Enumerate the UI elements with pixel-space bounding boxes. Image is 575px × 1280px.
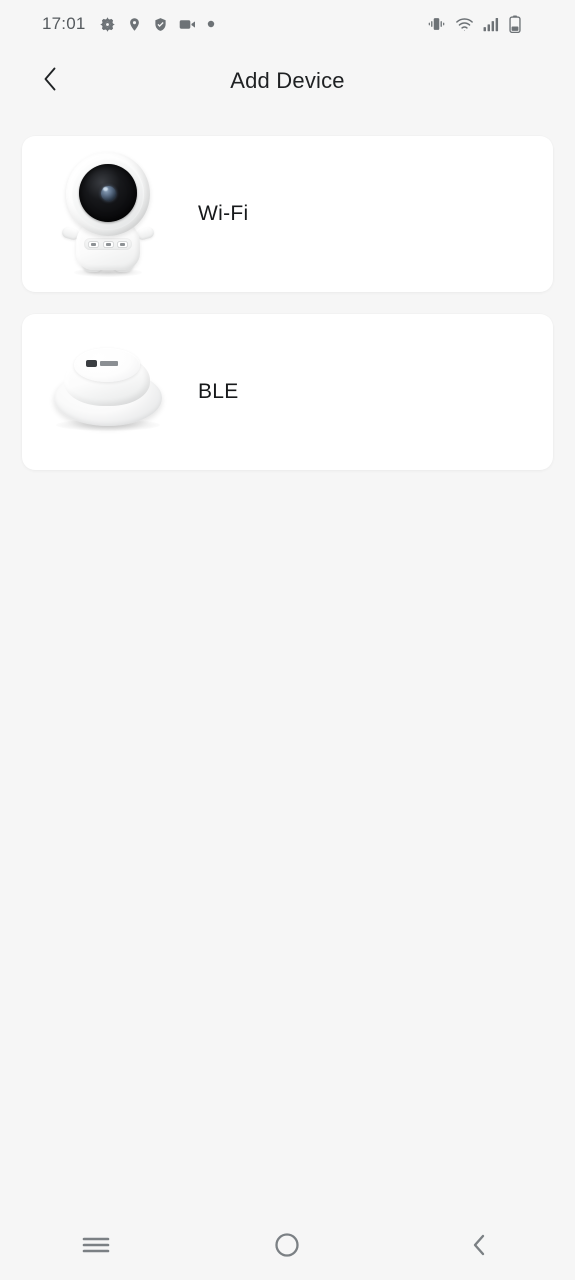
dot-indicator-icon [207,20,215,28]
chevron-left-icon [39,64,61,99]
shield-check-icon [153,16,168,33]
recents-button[interactable] [59,1222,133,1272]
header-back-button[interactable] [28,59,72,103]
battery-icon [509,15,521,33]
chevron-left-icon [467,1231,491,1264]
dome-sensor-device-image [52,326,164,458]
robot-camera-device-image [52,148,164,280]
android-navigation-bar [0,1214,575,1280]
app-header: Add Device [0,48,575,114]
wifi-icon [455,17,474,32]
status-bar-left-group: 17:01 [42,14,215,34]
vibrate-icon [427,16,446,32]
cellular-signal-icon [483,17,500,32]
settings-gear-icon [99,16,116,33]
status-bar-clock: 17:01 [42,14,86,33]
device-option-label: Wi-Fi [198,202,249,225]
device-options-list: Wi-Fi BLE [0,114,575,470]
page-title: Add Device [230,68,345,93]
video-camera-icon [179,18,196,31]
robot-control-panel [84,238,132,250]
location-pin-icon [127,16,142,33]
home-button[interactable] [250,1222,324,1272]
status-bar: 17:01 [0,0,575,48]
device-option-label: BLE [198,380,239,403]
device-option-wifi[interactable]: Wi-Fi [22,136,553,292]
back-button[interactable] [442,1222,516,1272]
dome-brand-badge [86,360,118,367]
camera-lens-highlight-shape [103,187,108,191]
circle-icon [273,1231,301,1264]
menu-lines-icon [79,1232,113,1263]
device-option-ble[interactable]: BLE [22,314,553,470]
status-bar-right-group [427,15,551,33]
